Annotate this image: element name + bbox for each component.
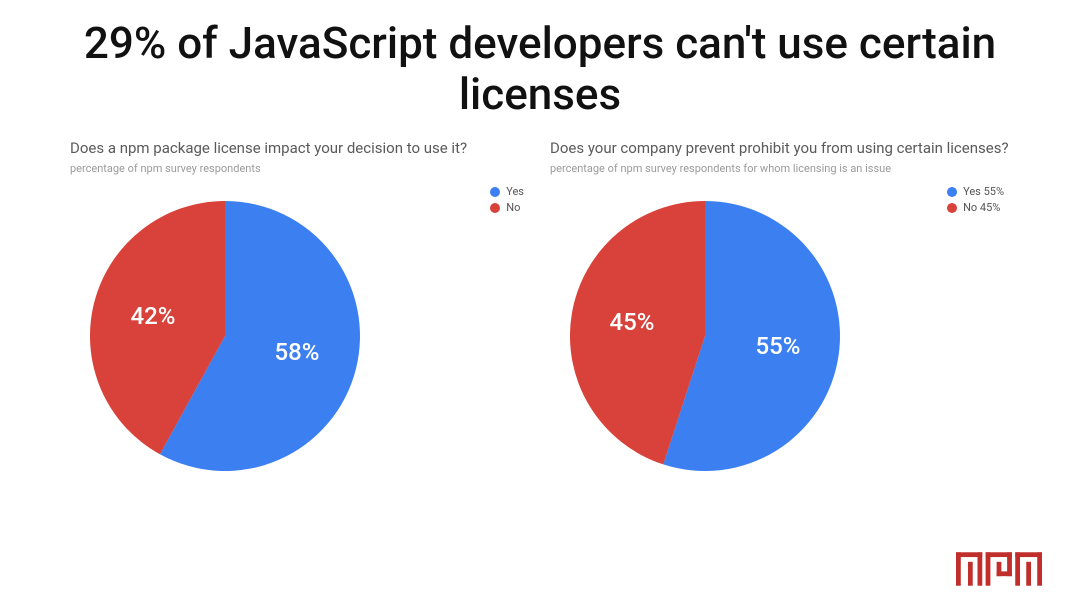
- legend-swatch-icon: [947, 187, 957, 197]
- pie-svg: [90, 201, 360, 471]
- chart-subtitle: percentage of npm survey respondents: [70, 162, 530, 175]
- legend-swatch-icon: [490, 187, 500, 197]
- legend-item: No: [490, 201, 524, 214]
- chart-subtitle: percentage of npm survey respondents for…: [550, 162, 1010, 175]
- legend-item: No 45%: [947, 201, 1004, 214]
- pie-chart: 58% 42%: [90, 201, 360, 475]
- legend-label: No 45%: [963, 201, 1000, 214]
- legend-label: Yes 55%: [963, 185, 1004, 198]
- legend-label: No: [506, 201, 520, 214]
- chart-left: Does a npm package license impact your d…: [70, 139, 530, 491]
- chart-right: Does your company prevent prohibit you f…: [550, 139, 1010, 491]
- pie-svg: [570, 201, 840, 471]
- chart-legend: Yes No: [490, 185, 524, 217]
- slide-headline: 29% of JavaScript developers can't use c…: [0, 0, 1080, 129]
- legend-item: Yes: [490, 185, 524, 198]
- legend-label: Yes: [506, 185, 524, 198]
- npm-logo-icon: [956, 552, 1042, 586]
- legend-swatch-icon: [947, 203, 957, 213]
- chart-title: Does a npm package license impact your d…: [70, 139, 530, 158]
- chart-body: Yes No 58% 42%: [70, 181, 530, 491]
- legend-swatch-icon: [490, 203, 500, 213]
- legend-item: Yes 55%: [947, 185, 1004, 198]
- chart-body: Yes 55% No 45% 55% 45%: [550, 181, 1010, 491]
- charts-row: Does a npm package license impact your d…: [0, 139, 1080, 491]
- slide: 29% of JavaScript developers can't use c…: [0, 0, 1080, 608]
- chart-legend: Yes 55% No 45%: [947, 185, 1004, 217]
- chart-title: Does your company prevent prohibit you f…: [550, 139, 1010, 158]
- pie-chart: 55% 45%: [570, 201, 840, 475]
